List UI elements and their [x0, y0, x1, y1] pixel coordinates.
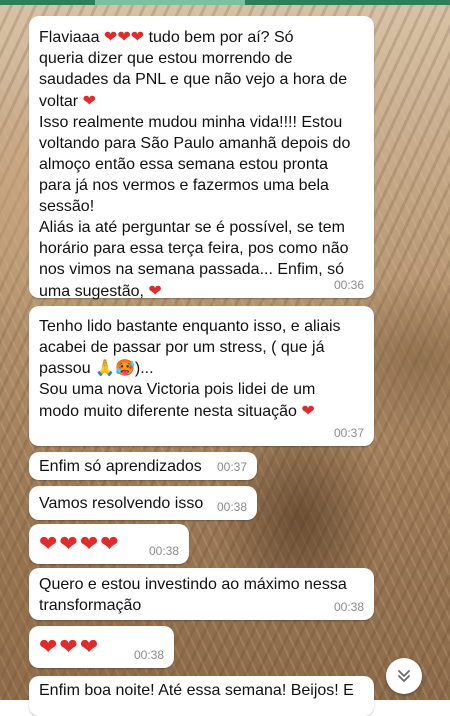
message-line: para já nos vermos e fazermos uma bela — [39, 177, 329, 194]
heart-emoji: ❤ — [148, 281, 162, 300]
heart-emoji: ❤ — [103, 27, 118, 46]
message-timestamp: 00:37 — [333, 426, 364, 440]
message-bubble[interactable]: Enfim boa noite! Até essa semana! Beijos… — [29, 676, 374, 716]
message-text: Enfim boa noite! Até essa semana! Beijos… — [39, 682, 354, 699]
message-text: Tenho lido bastante enquanto isso, e ali… — [29, 306, 374, 422]
message-timestamp: 00:37 — [216, 460, 247, 474]
heart-emoji: ❤ — [117, 27, 131, 46]
message-line: uma sugestão, ❤ — [39, 281, 162, 300]
message-timestamp: 00:38 — [133, 648, 164, 662]
message-timestamp: 00:38 — [333, 600, 364, 614]
message-text: Vamos resolvendo isso — [39, 494, 204, 512]
message-line: almoço então essa semana estou pronta — [39, 156, 329, 173]
header-accent — [95, 0, 245, 5]
message-line: horário para essa terça feira, pos como … — [39, 240, 349, 257]
message-line: Sou uma nova Victoria pois lidei de um — [39, 381, 316, 398]
message-text: Enfim só aprendizados — [39, 457, 202, 475]
message-text: Flaviaaa ❤❤❤ tudo bem por aí? Só queria … — [29, 16, 374, 302]
message-bubble[interactable]: Enfim só aprendizados 00:37 — [29, 452, 257, 480]
message-timestamp: 00:36 — [333, 278, 364, 292]
message-timestamp: 00:38 — [148, 544, 179, 558]
heart-emoji: ❤ — [130, 27, 145, 46]
message-line: Tenho lido bastante enquanto isso, e ali… — [39, 318, 341, 335]
message-line: voltar ❤ — [39, 91, 96, 110]
message-line: modo muito diferente nesta situação ❤ — [39, 401, 315, 420]
message-bubble[interactable]: ❤❤❤❤ 00:38 — [29, 524, 189, 564]
message-line: transformação — [39, 597, 142, 614]
message-line: queria dizer que estou morrendo de — [39, 50, 293, 67]
message-line: saudades da PNL e que não vejo a hora de — [39, 71, 348, 88]
message-bubble[interactable]: Tenho lido bastante enquanto isso, e ali… — [29, 306, 374, 446]
heart-emoji-row: ❤❤❤❤ — [39, 531, 121, 557]
message-line: sessão! — [39, 198, 95, 215]
message-line: voltando para São Paulo amanhã depois do — [39, 135, 351, 152]
heart-emoji: ❤ — [82, 91, 96, 110]
message-line: acabei de passar por um stress, ( que já — [39, 339, 325, 356]
double-chevron-down-icon[interactable] — [386, 658, 422, 694]
message-line: Quero e estou investindo ao máximo nessa — [39, 576, 347, 593]
message-bubble[interactable]: Flaviaaa ❤❤❤ tudo bem por aí? Só queria … — [29, 16, 374, 300]
message-line: Aliás ia até perguntar se é possível, se… — [39, 219, 345, 236]
message-text: Quero e estou investindo ao máximo nessa… — [29, 568, 374, 616]
message-bubble[interactable]: ❤❤❤ 00:38 — [29, 626, 174, 668]
message-bubble[interactable]: Quero e estou investindo ao máximo nessa… — [29, 568, 374, 620]
message-line: nos vimos na semana passada... Enfim, só — [39, 261, 345, 278]
message-bubble[interactable]: Vamos resolvendo isso 00:38 — [29, 486, 257, 520]
heart-emoji-row: ❤❤❤ — [39, 634, 101, 660]
top-header-strip — [0, 0, 450, 5]
heart-emoji: ❤ — [301, 401, 315, 420]
scroll-down-glyph — [398, 670, 410, 682]
message-line: Isso realmente mudou minha vida!!!! Esto… — [39, 114, 343, 131]
message-line: passou 🙏🥵)... — [39, 360, 154, 377]
message-timestamp: 00:38 — [216, 500, 247, 514]
message-line: Flaviaaa ❤❤❤ tudo bem por aí? Só — [39, 27, 294, 46]
